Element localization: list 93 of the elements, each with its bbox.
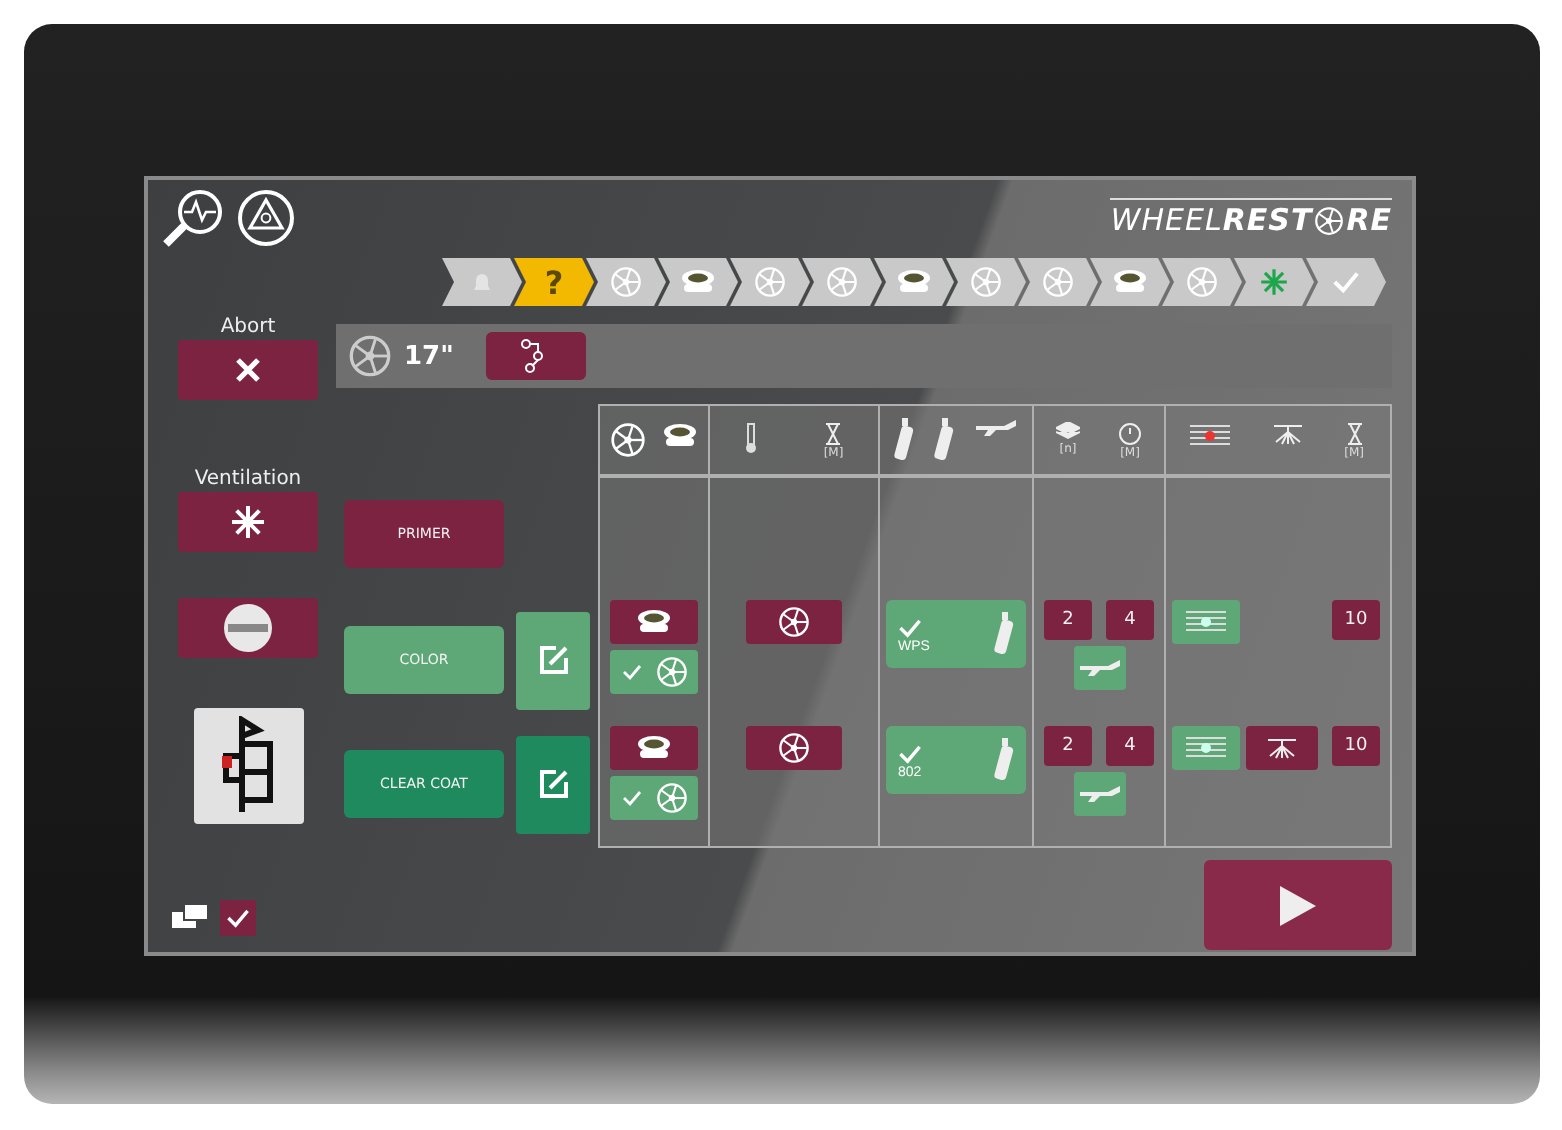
hourglass-icon <box>1345 421 1364 445</box>
workflow-button[interactable] <box>485 332 586 380</box>
edit-icon <box>537 768 569 800</box>
process-step[interactable] <box>586 258 666 306</box>
heat-lamp-icon <box>1270 421 1307 445</box>
wheel-size: 17" <box>404 341 454 371</box>
play-button[interactable] <box>1204 860 1392 950</box>
thermometer-icon <box>744 421 761 453</box>
logo-text: WHEELREST <box>1110 202 1313 238</box>
warning-icon[interactable] <box>236 188 296 248</box>
wheel-icon <box>778 606 810 638</box>
flash-time[interactable]: 4 <box>1106 726 1154 766</box>
disc-icon <box>222 602 274 654</box>
heat-lamp-icon <box>1264 736 1300 760</box>
process-step[interactable]: ? <box>514 258 594 306</box>
process-step[interactable] <box>1306 258 1386 306</box>
ventilation-button[interactable] <box>178 492 318 552</box>
wheel-rim-icon <box>1112 268 1148 296</box>
wheel-icon <box>754 266 786 298</box>
check-icon <box>898 615 922 639</box>
bell-icon <box>470 270 494 294</box>
wheel-icon <box>610 422 647 458</box>
process-step[interactable] <box>1018 258 1098 306</box>
check-icon <box>1332 268 1360 296</box>
layer-count[interactable]: 2 <box>1044 726 1092 766</box>
spray-can-icon <box>893 418 914 462</box>
hourglass-icon <box>824 421 843 445</box>
dryer-icon <box>1184 734 1228 762</box>
dryer-icon <box>1184 608 1228 636</box>
prep-option-button[interactable] <box>746 726 842 770</box>
process-step[interactable] <box>658 258 738 306</box>
wheel-icon <box>610 266 642 298</box>
process-step[interactable] <box>730 258 810 306</box>
wheel-icon <box>1186 266 1218 298</box>
check-icon <box>226 906 250 930</box>
check-icon <box>898 741 922 765</box>
dry-time[interactable]: 10 <box>1332 600 1380 640</box>
edit-icon <box>537 644 569 676</box>
dryer-button[interactable] <box>1172 600 1240 644</box>
machine-drawing <box>193 708 303 824</box>
prep-option-button[interactable] <box>746 600 842 644</box>
ventilation-label: Ventilation <box>194 468 302 492</box>
process-step[interactable] <box>874 258 954 306</box>
spray-gun-icon <box>974 418 1019 438</box>
play-icon <box>1278 883 1318 927</box>
wheel-icon <box>778 732 810 764</box>
diagnostics-icon[interactable] <box>160 188 228 248</box>
spray-gun-button[interactable] <box>1073 772 1125 816</box>
wheel-icon <box>970 266 1002 298</box>
check-icon <box>621 788 641 808</box>
dry-time[interactable]: 10 <box>1332 726 1380 766</box>
process-step[interactable] <box>442 258 522 306</box>
spray-can-icon <box>994 612 1014 656</box>
wheel-icon <box>826 266 858 298</box>
wheel-icon <box>655 656 687 688</box>
spray-can-icon <box>994 738 1014 782</box>
asterisk-icon <box>228 502 268 542</box>
process-step[interactable] <box>946 258 1026 306</box>
asterisk-icon <box>1258 266 1290 298</box>
process-step[interactable] <box>802 258 882 306</box>
timer-icon <box>1118 421 1142 445</box>
process-step[interactable] <box>1090 258 1170 306</box>
process-step[interactable] <box>1162 258 1242 306</box>
edit-button[interactable] <box>516 735 590 833</box>
wheel-rim-icon <box>680 268 716 296</box>
abort-label: Abort <box>220 316 276 340</box>
spray-gun-button[interactable] <box>1073 646 1125 690</box>
checkbox[interactable] <box>220 900 256 936</box>
logo-wheel-icon <box>1314 205 1345 235</box>
edit-button[interactable] <box>516 611 590 709</box>
wheel-icon <box>1042 266 1074 298</box>
wheel-rim-icon <box>661 422 698 450</box>
layers-icon <box>1056 421 1080 441</box>
check-icon <box>621 662 641 682</box>
wheel-icon <box>348 334 392 378</box>
wheel-option-button[interactable] <box>610 600 698 644</box>
spray-gun-icon <box>1077 658 1121 678</box>
wheel-option-button[interactable] <box>610 726 698 770</box>
heat-lamp-button[interactable] <box>1246 726 1318 770</box>
chat-icon[interactable] <box>172 904 208 932</box>
close-icon <box>234 356 262 384</box>
wheel-icon <box>655 782 687 814</box>
flash-time[interactable]: 4 <box>1106 600 1154 640</box>
layer-count[interactable]: 2 <box>1044 600 1092 640</box>
wheel-rim-icon <box>636 734 672 762</box>
abort-button[interactable] <box>178 340 318 400</box>
disc-button[interactable] <box>178 598 318 658</box>
spray-gun-icon <box>1077 784 1121 804</box>
logo-text: RE <box>1346 202 1392 238</box>
spray-can-icon <box>933 418 954 462</box>
wheel-rim-icon <box>896 268 932 296</box>
wheel-rim-icon <box>636 608 672 636</box>
dryer-icon <box>1188 421 1233 449</box>
